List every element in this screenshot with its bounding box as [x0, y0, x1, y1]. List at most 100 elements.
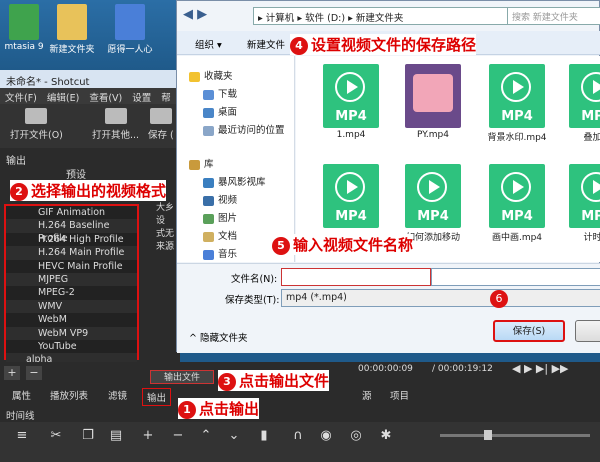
- transport-controls[interactable]: ◀ ▶ ▶| ▶▶: [512, 362, 569, 375]
- tab-source[interactable]: 源: [362, 388, 372, 402]
- preset-item[interactable]: GIF Animation: [6, 206, 137, 219]
- copy-icon[interactable]: ❐: [80, 428, 96, 444]
- video-icon: [203, 195, 214, 206]
- filename-label: 文件名(N):: [231, 274, 278, 285]
- open-folder-icon: [25, 108, 48, 124]
- preset-item[interactable]: WebM VP9: [6, 326, 137, 340]
- file-item[interactable]: MP4计时器: [564, 164, 600, 243]
- desktop-icon-folder[interactable]: 新建文件夹: [42, 4, 102, 55]
- nav-favorites[interactable]: 收藏夹: [189, 68, 233, 82]
- zoom-slider[interactable]: [440, 434, 590, 437]
- desktop-icon-wav[interactable]: 愿得一人心: [100, 4, 160, 55]
- split-icon[interactable]: ▮: [256, 428, 272, 444]
- preset-item[interactable]: H.264 High Profile: [6, 233, 137, 246]
- preset-item[interactable]: MPEG-2: [6, 286, 137, 299]
- annotation-6: 6: [490, 290, 511, 308]
- address-bar[interactable]: ▸ 计算机 ▸ 软件 (D:) ▸ 新建文件夹: [253, 7, 519, 25]
- tab-output[interactable]: 输出: [142, 388, 172, 406]
- wav-file-icon: [115, 4, 145, 40]
- search-input[interactable]: 搜索 新建文件夹: [507, 7, 600, 25]
- tab-playlist[interactable]: 播放列表: [50, 388, 88, 402]
- play-icon: [335, 172, 365, 202]
- save-button[interactable]: 保存 (: [148, 108, 174, 141]
- music-icon: [203, 249, 214, 260]
- video-thumbnail: [405, 64, 461, 128]
- preset-item[interactable]: H.264 Main Profile: [6, 246, 137, 260]
- output-panel-title: 输出: [6, 156, 26, 167]
- open-other-button[interactable]: 打开其他...: [92, 108, 139, 141]
- annotation-4: 4 设置视频文件的保存路径: [290, 34, 477, 55]
- remove-preset-button[interactable]: −: [26, 366, 42, 380]
- play-icon: [581, 72, 600, 102]
- remove-icon[interactable]: −: [170, 428, 186, 444]
- back-forward-icon[interactable]: ◀ ▶: [183, 7, 223, 25]
- add-icon[interactable]: +: [140, 428, 156, 444]
- add-preset-button[interactable]: +: [4, 366, 20, 380]
- nav-pane: 收藏夹 下载 桌面 最近访问的位置 库 暴风影视库 视频 图片 文档 音乐: [177, 56, 295, 262]
- timeline-label: 时间线: [6, 411, 35, 422]
- preset-item[interactable]: MJPEG: [6, 272, 137, 287]
- preset-item[interactable]: WebM: [6, 313, 137, 326]
- new-folder-button[interactable]: 新建文件: [247, 37, 285, 51]
- download-icon: [203, 89, 214, 100]
- file-item[interactable]: MP4 如何添加移动: [400, 164, 466, 243]
- nav-videos[interactable]: 视频: [203, 192, 237, 206]
- preset-item[interactable]: HEVC Main Profile: [6, 260, 137, 273]
- zoom-slider-handle[interactable]: [484, 430, 492, 440]
- dialog-bottom: 文件名(N): 保存类型(T): mp4 (*.mp4) ^ 隐藏文件夹 保存(…: [177, 263, 600, 353]
- file-item[interactable]: PY.mp4: [400, 64, 466, 140]
- nav-documents[interactable]: 文档: [203, 228, 237, 242]
- play-icon: [417, 172, 447, 202]
- tab-properties[interactable]: 属性: [12, 388, 31, 402]
- file-item[interactable]: MP4: [318, 164, 384, 230]
- filename-input-extension[interactable]: [431, 268, 600, 286]
- document-icon: [203, 231, 214, 242]
- open-file-button[interactable]: 打开文件(O): [10, 108, 63, 141]
- preset-item[interactable]: WMV: [6, 299, 137, 314]
- file-item[interactable]: MP4叠加视: [564, 64, 600, 143]
- nav-desktop[interactable]: 桌面: [203, 104, 237, 118]
- nav-recent[interactable]: 最近访问的位置: [203, 122, 285, 136]
- tab-filters[interactable]: 滤镜: [108, 388, 127, 402]
- file-item[interactable]: MP4 背景水印.mp4: [484, 64, 550, 143]
- file-item[interactable]: MP4 画中画.mp4: [484, 164, 550, 243]
- nav-baofeng[interactable]: 暴风影视库: [203, 174, 266, 188]
- preset-item[interactable]: H.264 Baseline Profile: [6, 219, 137, 244]
- nav-downloads[interactable]: 下载: [203, 86, 237, 100]
- play-icon: [501, 72, 531, 102]
- hide-folders-toggle[interactable]: ^ 隐藏文件夹: [189, 330, 248, 344]
- snap-icon[interactable]: ∩: [290, 428, 306, 444]
- star-icon: [189, 71, 200, 82]
- cancel-button[interactable]: [575, 320, 600, 342]
- recent-icon: [203, 125, 214, 136]
- nav-pictures[interactable]: 图片: [203, 210, 237, 224]
- ripple-all-icon[interactable]: ✱: [378, 428, 394, 444]
- timecode-current[interactable]: 00:00:00:09: [358, 364, 413, 374]
- preset-item[interactable]: YouTube: [6, 340, 137, 353]
- file-item[interactable]: MP4 1.mp4: [318, 64, 384, 140]
- paste-icon[interactable]: ▤: [108, 428, 124, 444]
- nav-music[interactable]: 音乐: [203, 246, 237, 260]
- organize-menu[interactable]: 组织 ▾: [195, 37, 222, 51]
- filetype-select[interactable]: mp4 (*.mp4): [281, 289, 600, 307]
- desktop-icon: [203, 107, 214, 118]
- filetype-label: 保存类型(T):: [225, 295, 280, 306]
- annotation-1: 1 点击输出: [178, 398, 260, 419]
- cut-icon[interactable]: ✂: [48, 428, 64, 444]
- ripple-icon[interactable]: ◎: [348, 428, 364, 444]
- presets-label: 预设: [66, 170, 86, 181]
- output-file-button[interactable]: 输出文件: [150, 370, 214, 384]
- menu-icon[interactable]: ≡: [14, 428, 30, 444]
- scrub-icon[interactable]: ◉: [318, 428, 334, 444]
- save-dialog-button[interactable]: 保存(S): [493, 320, 565, 342]
- play-icon: [501, 172, 531, 202]
- overwrite-icon[interactable]: ⌄: [226, 428, 242, 444]
- lift-icon[interactable]: ⌃: [198, 428, 214, 444]
- nav-libraries[interactable]: 库: [189, 156, 214, 170]
- window-title: 未命名* - Shotcut: [0, 70, 180, 88]
- output-side-text: 大乡设式无 来源: [156, 203, 175, 252]
- filename-input[interactable]: [281, 268, 431, 286]
- tab-project[interactable]: 项目: [390, 388, 409, 402]
- play-icon: [335, 72, 365, 102]
- folder-icon: [57, 4, 87, 40]
